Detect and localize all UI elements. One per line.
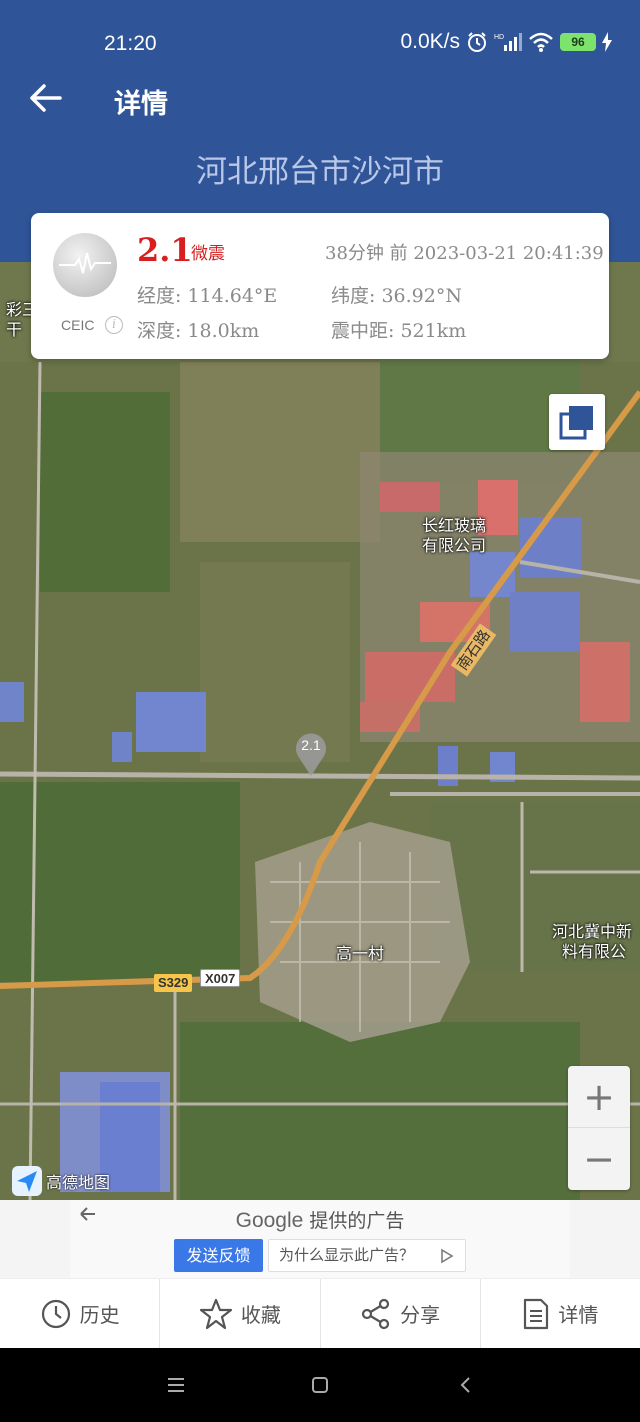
status-time: 21:20 <box>104 32 157 55</box>
tab-details-label: 详情 <box>558 1303 599 1327</box>
layers-icon <box>559 406 593 440</box>
zoom-out-button[interactable]: − <box>568 1128 630 1190</box>
depth: 深度: 18.0km <box>137 320 260 342</box>
amap-logo-text: 高德地图 <box>46 1173 111 1192</box>
magnitude-level: 微震 <box>191 244 225 264</box>
clock-icon <box>41 1299 70 1328</box>
amap-logo-icon <box>12 1166 42 1196</box>
tab-favorite-label: 收藏 <box>240 1303 281 1327</box>
document-icon <box>524 1298 549 1329</box>
ad-provider-text: 提供的广告 <box>309 1210 405 1232</box>
right-company-line1: 河北冀中新 <box>552 922 633 941</box>
zoom-in-button[interactable]: + <box>568 1066 630 1128</box>
bottom-tab-bar: 历史 收藏 分享 详情 <box>0 1278 640 1348</box>
seismograph-icon <box>59 252 111 274</box>
menu-icon[interactable] <box>164 1374 188 1396</box>
net-speed: 0.0K/s <box>400 30 460 53</box>
status-icons: 0.0K/s HD 96 <box>400 30 612 54</box>
battery-indicator: 96 <box>560 33 596 51</box>
road-tag-s329: S329 <box>154 974 193 992</box>
quake-location: 河北邢台市沙河市 <box>196 154 444 190</box>
zoom-controls: + − <box>568 1066 630 1190</box>
adchoices-icon <box>441 1248 454 1264</box>
share-icon <box>362 1298 390 1329</box>
home-icon[interactable] <box>308 1374 332 1396</box>
latitude: 纬度: 36.92°N <box>331 285 462 307</box>
right-company-line2: 料有限公 <box>562 942 627 961</box>
star-icon <box>199 1298 232 1329</box>
system-navigation-bar <box>0 1348 640 1422</box>
tab-share[interactable]: 分享 <box>321 1279 481 1348</box>
send-feedback-button[interactable]: 发送反馈 <box>174 1239 263 1272</box>
tab-history-label: 历史 <box>79 1303 120 1327</box>
google-brand: Google <box>235 1209 304 1232</box>
source-label: CEIC <box>61 317 95 333</box>
page-title: 详情 <box>114 89 168 120</box>
ad-provider: Google 提供的广告 <box>0 1206 640 1233</box>
longitude: 经度: 114.64°E <box>137 285 278 307</box>
map-label-glass-company: 长红玻璃 有限公司 <box>422 516 486 556</box>
wifi-icon <box>529 32 553 52</box>
signal-icon: HD <box>494 33 522 51</box>
magnitude: 2.1 <box>137 231 193 269</box>
map-layer-button[interactable] <box>549 394 605 450</box>
marker-magnitude: 2.1 <box>301 737 321 753</box>
why-this-ad-button[interactable]: 为什么显示此广告？ <box>268 1239 466 1272</box>
epicenter-distance: 震中距: 521km <box>331 320 467 342</box>
glass-company-line2: 有限公司 <box>422 536 487 555</box>
tab-history[interactable]: 历史 <box>0 1279 161 1348</box>
quake-time: 38分钟 前 2023-03-21 20:41:39 <box>325 243 604 264</box>
info-icon[interactable]: i <box>105 316 123 334</box>
glass-company-line1: 长红玻璃 <box>422 516 487 535</box>
charging-icon <box>602 32 612 52</box>
quake-info-card: CEIC i 2.1 微震 38分钟 前 2023-03-21 20:41:39… <box>31 213 609 359</box>
tab-favorite[interactable]: 收藏 <box>160 1279 321 1348</box>
system-back-icon[interactable] <box>454 1374 478 1396</box>
back-arrow-icon[interactable] <box>26 80 66 116</box>
tab-share-label: 分享 <box>400 1303 441 1327</box>
alarm-icon <box>468 32 486 52</box>
road-tag-x007: X007 <box>200 969 241 987</box>
map-label-village: 高一村 <box>336 944 385 963</box>
ceic-logo <box>53 233 117 297</box>
why-this-ad-label: 为什么显示此广告？ <box>279 1246 415 1264</box>
svg-text:HD: HD <box>494 34 504 41</box>
amap-logo: 高德地图 <box>12 1166 110 1196</box>
tab-details[interactable]: 详情 <box>481 1279 640 1348</box>
map-label-right-company: 河北冀中新 料有限公 <box>552 922 632 962</box>
